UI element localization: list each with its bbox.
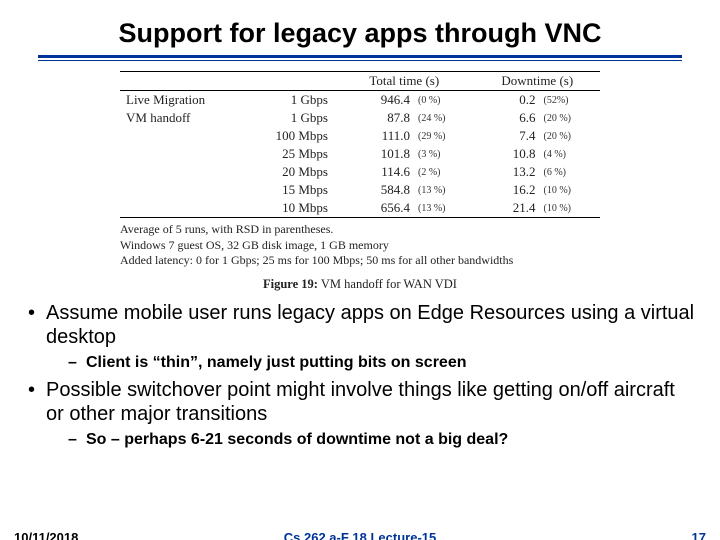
col-total-time: Total time (s): [334, 72, 475, 91]
figure-caption: Figure 19: VM handoff for WAN VDI: [120, 277, 600, 292]
results-table: Total time (s) Downtime (s) Live Migrati…: [120, 71, 600, 218]
table-row: 10 Mbps 656.4(13 %) 21.4(10 %): [120, 199, 600, 218]
footer-course: Cs 262 a-F 18 Lecture-15: [0, 530, 720, 540]
table-row: 15 Mbps 584.8(13 %) 16.2(10 %): [120, 181, 600, 199]
figure: Total time (s) Downtime (s) Live Migrati…: [120, 71, 600, 292]
footer-page: 17: [692, 530, 706, 540]
title-underline: [38, 55, 682, 61]
figure-notes: Average of 5 runs, with RSD in parenthes…: [120, 222, 600, 269]
col-downtime: Downtime (s): [475, 72, 601, 91]
slide: Support for legacy apps through VNC Tota…: [0, 0, 720, 540]
slide-title: Support for legacy apps through VNC: [0, 0, 720, 55]
table-row: 20 Mbps 114.6(2 %) 13.2(6 %): [120, 163, 600, 181]
bullet-1: Assume mobile user runs legacy apps on E…: [24, 302, 696, 373]
table-row: 25 Mbps 101.8(3 %) 10.8(4 %): [120, 145, 600, 163]
bullet-2: Possible switchover point might involve …: [24, 379, 696, 450]
table-row: Live Migration 1 Gbps 946.4(0 %) 0.2(52%…: [120, 91, 600, 110]
table-row: VM handoff 1 Gbps 87.8(24 %) 6.6(20 %): [120, 109, 600, 127]
bullet-2-sub: So – perhaps 6-21 seconds of downtime no…: [46, 430, 696, 450]
bullet-1-sub: Client is “thin”, namely just putting bi…: [46, 353, 696, 373]
table-row: 100 Mbps 111.0(29 %) 7.4(20 %): [120, 127, 600, 145]
body-content: Assume mobile user runs legacy apps on E…: [24, 302, 696, 456]
